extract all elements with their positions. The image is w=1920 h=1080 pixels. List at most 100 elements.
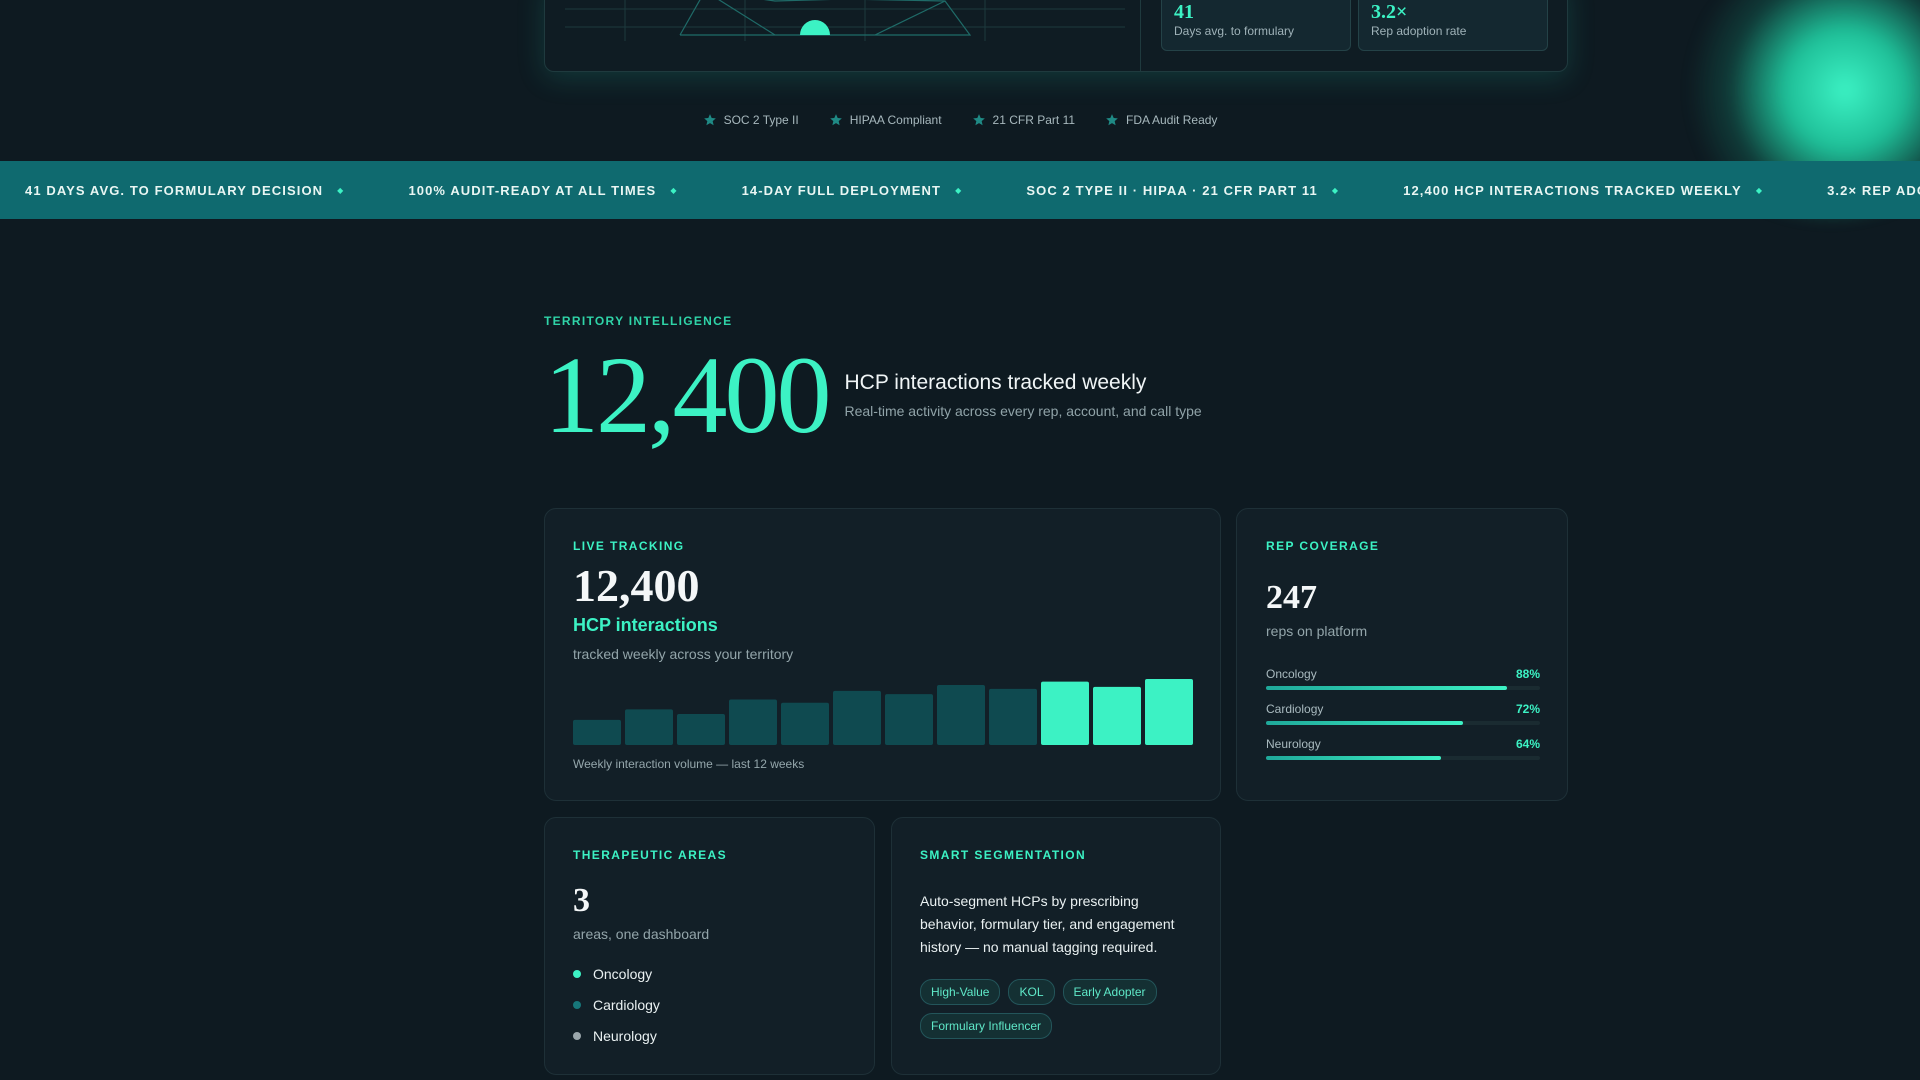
ticker-track: 41 DAYS AVG. TO FORMULARY DECISION ◆ 100%…: [25, 161, 1920, 219]
bar-week-7: [885, 694, 933, 745]
area-name: Cardiology: [593, 997, 660, 1013]
bar-week-10: [1041, 681, 1089, 745]
bar-week-2: [625, 709, 673, 745]
area-name: Oncology: [593, 966, 653, 982]
badge-soc2: SOC 2 Type II: [703, 113, 799, 127]
live-subtext: tracked weekly across your territory: [573, 646, 794, 662]
ticker-text: SOC 2 TYPE II · HIPAA · 21 CFR PART 11: [1026, 182, 1318, 198]
progress-track: [1266, 756, 1540, 760]
progress-track: [1266, 721, 1540, 725]
bar-week-11: [1093, 686, 1141, 745]
bar-week-12: [1145, 679, 1193, 745]
compliance-badges: SOC 2 Type II HIPAA Compliant 21 CFR Par…: [0, 113, 1920, 127]
live-headline: HCP interactions: [573, 615, 718, 635]
bar-week-5: [781, 702, 829, 745]
tag-formulary-influencer[interactable]: Formulary Influencer: [920, 1013, 1053, 1039]
card-label: REP COVERAGE: [1266, 539, 1380, 553]
progress-track: [1266, 686, 1540, 690]
coverage-percent: 88%: [1515, 667, 1540, 681]
coverage-list: Oncology 88% Cardiology 72% Neurology 64%: [1266, 667, 1540, 760]
badge-fda: FDA Audit Ready: [1105, 113, 1217, 127]
bar-week-4: [729, 699, 777, 745]
ticker-text: 41 DAYS AVG. TO FORMULARY DECISION: [25, 182, 324, 198]
bar-week-6: [833, 690, 881, 745]
coverage-area-name: Cardiology: [1266, 702, 1324, 716]
diamond-icon: ◆: [955, 185, 963, 195]
area-name: Neurology: [593, 1028, 657, 1044]
diamond-icon: ◆: [1755, 185, 1764, 195]
card-label: THERAPEUTIC AREAS: [573, 848, 728, 862]
stat-days-to-formulary: 41 Days avg. to formulary: [1161, 0, 1351, 51]
section-title: HCP interactions tracked weekly: [844, 371, 1147, 394]
coverage-area-name: Neurology: [1266, 737, 1321, 751]
tag-early-adopter[interactable]: Early Adopter: [1062, 979, 1157, 1005]
ticker-item: 41 DAYS AVG. TO FORMULARY DECISION ◆: [25, 183, 408, 198]
live-number: 12,400: [573, 560, 700, 611]
segmentation-description: Auto-segment HCPs by prescribing behavio…: [920, 893, 1175, 955]
bar-chart-svg: [573, 679, 1193, 745]
bar-week-8: [937, 684, 985, 745]
stat-label: Days avg. to formulary: [1174, 24, 1295, 38]
segment-tags: High-Value KOL Early Adopter Formulary I…: [920, 979, 1200, 1039]
stat-rep-adoption: 3.2× Rep adoption rate: [1358, 0, 1548, 51]
badge-label: 21 CFR Part 11: [992, 113, 1076, 127]
progress-fill: [1266, 686, 1508, 690]
diamond-icon: ◆: [1331, 185, 1340, 195]
ticker-item: 100% AUDIT-READY AT ALL TIMES ◆: [408, 183, 741, 198]
bar-week-1: [573, 719, 621, 745]
rep-coverage-card: REP COVERAGE 247 reps on platform Oncolo…: [1236, 508, 1568, 801]
star-icon: [1106, 114, 1118, 126]
dot-icon: [573, 1001, 581, 1009]
bar-week-9: [989, 688, 1037, 745]
star-icon: [829, 114, 842, 126]
areas-subtext: areas, one dashboard: [573, 926, 710, 942]
live-tracking-card: LIVE TRACKING 12,400 HCP interactions tr…: [544, 508, 1221, 801]
ticker-item: 3.2× REP ADOPTION VS. LE: [1827, 183, 1920, 198]
network-illustration: [565, 0, 1125, 41]
badge-label: HIPAA Compliant: [849, 113, 942, 127]
diamond-icon: ◆: [670, 185, 678, 195]
coverage-row-cardiology: Cardiology 72%: [1266, 702, 1540, 725]
ticker-text: 12,400 HCP INTERACTIONS TRACKED WEEKLY: [1403, 182, 1742, 198]
bar-week-3: [677, 713, 725, 745]
progress-fill: [1266, 721, 1464, 725]
ticker-text: 100% AUDIT-READY AT ALL TIMES: [408, 182, 657, 198]
ticker-text: 14-DAY FULL DEPLOYMENT: [741, 182, 942, 198]
dot-icon: [573, 970, 581, 978]
ticker-text: 3.2× REP ADOPTION VS. LE: [1827, 182, 1920, 198]
smart-segmentation-card: SMART SEGMENTATION Auto-segment HCPs by …: [891, 817, 1221, 1075]
diamond-icon: ◆: [337, 185, 345, 195]
therapeutic-areas-card: THERAPEUTIC AREAS 3 areas, one dashboard…: [544, 817, 875, 1075]
card-label: LIVE TRACKING: [573, 539, 685, 553]
hero-illustration: [545, 0, 1141, 71]
tag-high-value[interactable]: High-Value: [920, 979, 1001, 1005]
hero-dashboard-card: 41 Days avg. to formulary 3.2× Rep adopt…: [544, 0, 1568, 72]
chart-caption: Weekly interaction volume — last 12 week…: [573, 757, 805, 771]
star-icon: [972, 114, 985, 126]
hero-big-number: 12,400: [544, 334, 831, 456]
areas-number: 3: [573, 882, 590, 919]
badge-label: SOC 2 Type II: [723, 113, 799, 127]
tag-kol[interactable]: KOL: [1008, 979, 1055, 1005]
territory-section: TERRITORY INTELLIGENCE 12,400 HCP intera…: [544, 314, 1568, 450]
dot-icon: [573, 1032, 581, 1040]
badge-label: FDA Audit Ready: [1126, 113, 1218, 127]
list-item: Neurology: [573, 1028, 727, 1044]
stats-ticker: 41 DAYS AVG. TO FORMULARY DECISION ◆ 100%…: [0, 161, 1920, 219]
section-subtitle: Real-time activity across every rep, acc…: [844, 403, 1202, 419]
coverage-row-oncology: Oncology 88%: [1266, 667, 1540, 690]
coverage-number: 247: [1266, 579, 1317, 616]
coverage-row-neurology: Neurology 64%: [1266, 737, 1540, 760]
areas-list: Oncology Cardiology Neurology: [573, 966, 727, 1044]
badge-cfr: 21 CFR Part 11: [972, 113, 1075, 127]
stat-value: 3.2×: [1371, 1, 1408, 23]
progress-fill: [1266, 756, 1442, 760]
weekly-volume-chart: [573, 679, 1193, 745]
ticker-item: SOC 2 TYPE II · HIPAA · 21 CFR PART 11 ◆: [1026, 183, 1403, 198]
stat-label: Rep adoption rate: [1371, 24, 1467, 38]
coverage-percent: 72%: [1515, 702, 1540, 716]
star-icon: [703, 114, 716, 126]
ticker-item: 12,400 HCP INTERACTIONS TRACKED WEEKLY ◆: [1403, 183, 1827, 198]
badge-hipaa: HIPAA Compliant: [829, 113, 942, 127]
stat-value: 41: [1174, 1, 1194, 23]
